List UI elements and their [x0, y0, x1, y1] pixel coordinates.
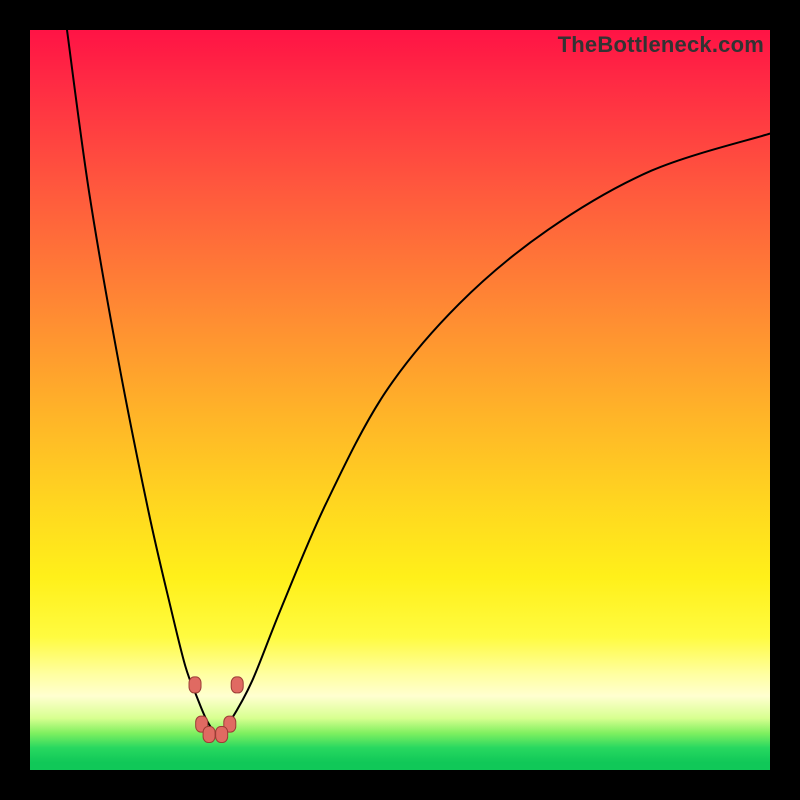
plot-area: TheBottleneck.com — [30, 30, 770, 770]
curve-marker — [216, 726, 228, 742]
watermark-text: TheBottleneck.com — [558, 32, 764, 58]
curve-marker — [196, 716, 208, 732]
curve-marker — [203, 726, 215, 742]
curve-marker — [224, 716, 236, 732]
chart-frame: TheBottleneck.com — [0, 0, 800, 800]
curve-marker — [231, 677, 243, 693]
curve-markers — [189, 677, 243, 743]
curve-marker — [189, 677, 201, 693]
chart-svg — [30, 30, 770, 770]
bottleneck-curve — [67, 30, 770, 734]
